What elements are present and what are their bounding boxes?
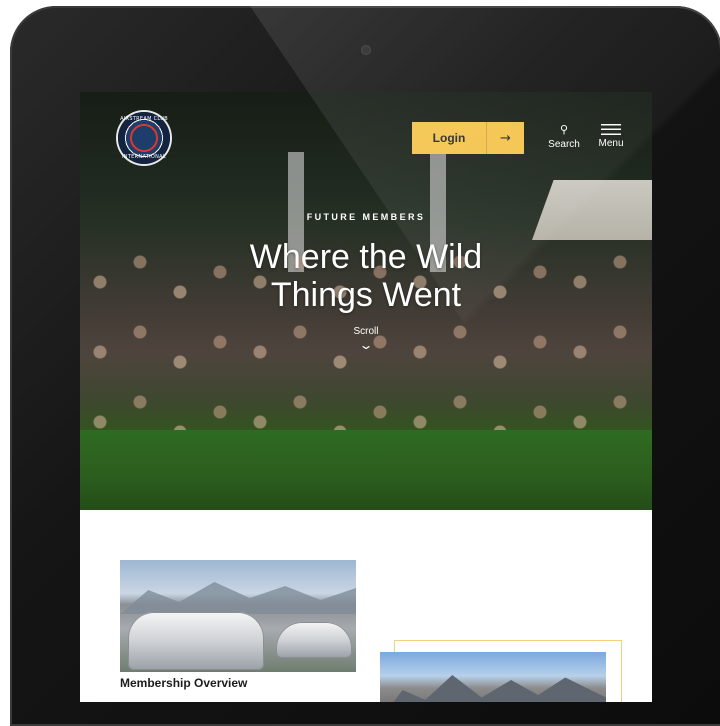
login-button[interactable]: Login →: [412, 122, 524, 154]
hamburger-icon: [601, 124, 621, 135]
hero-title-line1: Where the Wild: [249, 238, 483, 276]
arrow-right-icon: →: [500, 130, 511, 146]
menu-label: Menu: [598, 138, 624, 149]
club-logo[interactable]: AIRSTREAM CLUB INTERNATIONAL: [118, 112, 170, 164]
mountain-backdrop: [120, 582, 356, 614]
search-button[interactable]: ⚲ Search: [546, 124, 582, 150]
login-label: Login: [432, 131, 466, 145]
hero-title-line2: Things Went: [270, 276, 462, 314]
mountain-card-image[interactable]: [380, 652, 606, 702]
search-label: Search: [548, 139, 580, 150]
search-icon: ⚲: [559, 124, 569, 136]
menu-button[interactable]: Menu: [593, 124, 629, 149]
hero-title: Where the Wild Things Went: [80, 238, 652, 314]
hero-grass: [80, 430, 652, 510]
logo-text-bottom: INTERNATIONAL: [122, 154, 166, 160]
hero-eyebrow: FUTURE MEMBERS: [306, 212, 426, 222]
card-title[interactable]: Membership Overview: [120, 676, 247, 690]
chevron-down-icon: ⌄: [358, 338, 374, 352]
logo-text: AIRSTREAM CLUB INTERNATIONAL: [118, 112, 170, 164]
hero-tent: [532, 180, 652, 240]
logo-text-top: AIRSTREAM CLUB: [120, 116, 168, 122]
hero-section: AIRSTREAM CLUB INTERNATIONAL Login → ⚲ S…: [80, 92, 652, 510]
screen: AIRSTREAM CLUB INTERNATIONAL Login → ⚲ S…: [80, 92, 652, 702]
camera-icon: [362, 46, 370, 54]
airstream-trailer: [276, 622, 352, 658]
mountain-peaks: [380, 675, 606, 702]
airstream-trailer: [128, 612, 264, 670]
membership-card-image[interactable]: [120, 560, 356, 672]
scroll-button[interactable]: Scroll ⌄: [80, 326, 652, 351]
scroll-label: Scroll: [353, 326, 379, 337]
